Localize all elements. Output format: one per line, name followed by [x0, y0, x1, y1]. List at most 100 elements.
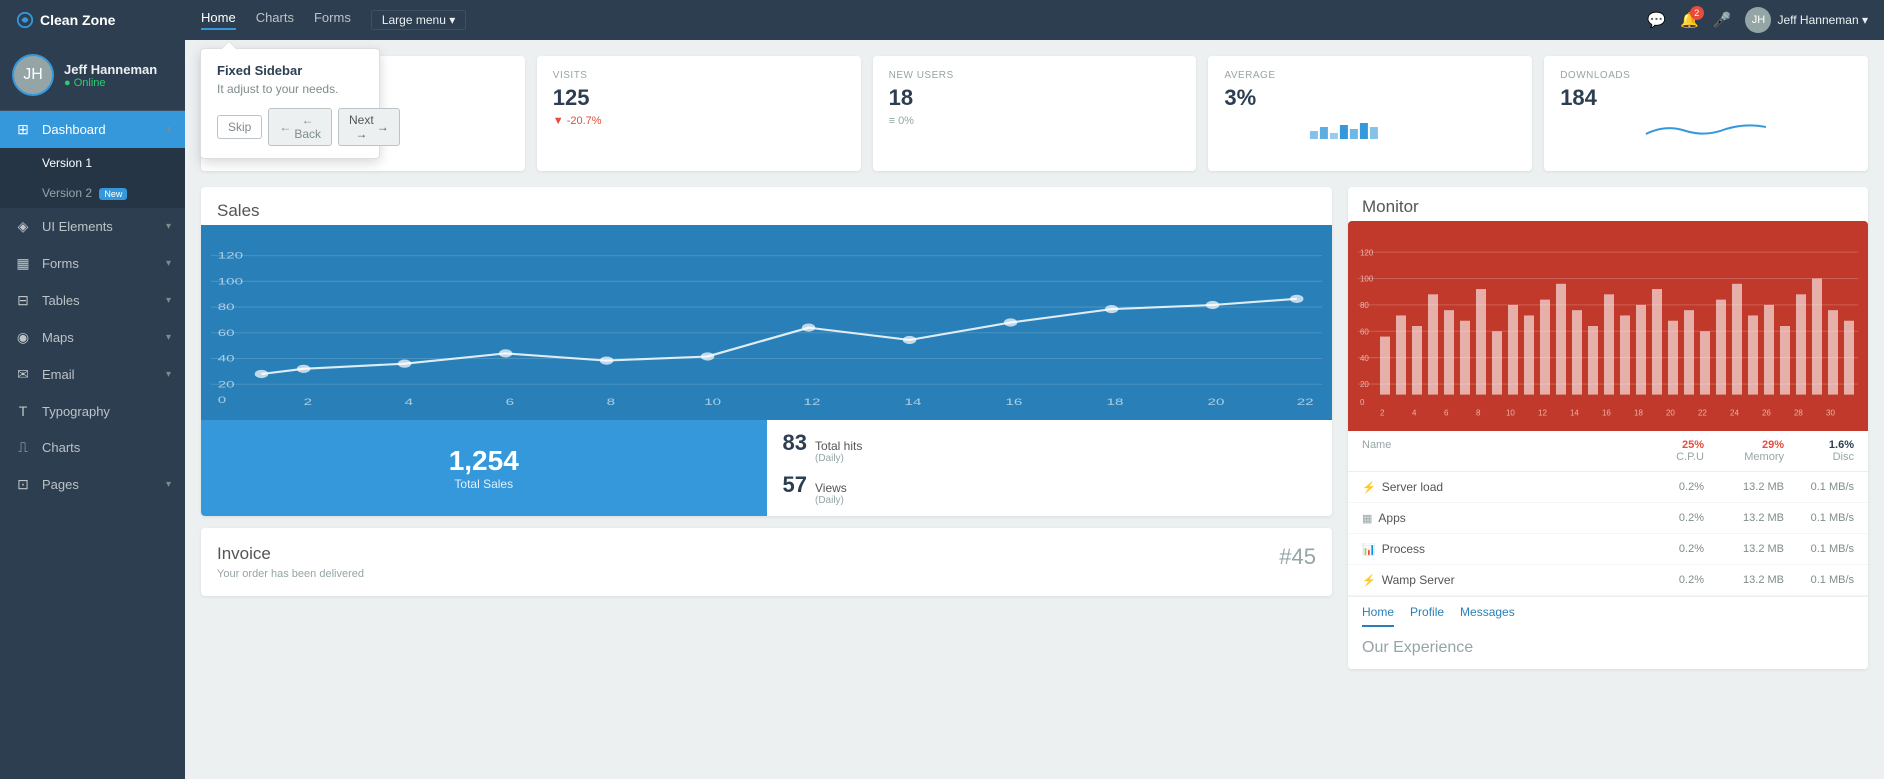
email-arrow: ▾ — [166, 369, 171, 380]
svg-text:12: 12 — [1538, 409, 1547, 418]
svg-text:10: 10 — [1506, 409, 1515, 418]
svg-text:14: 14 — [1570, 409, 1579, 418]
stat-visits: VISITS 125 ▼ -20.7% — [537, 56, 861, 171]
views-sub: (Daily) — [815, 495, 847, 506]
svg-text:22: 22 — [1297, 397, 1314, 407]
tab-messages[interactable]: Messages — [1460, 605, 1515, 627]
svg-text:100: 100 — [218, 276, 243, 286]
sidebar-item-label-email: Email — [42, 367, 75, 382]
sales-total-label: Total Sales — [454, 477, 513, 491]
invoice-section: Invoice Your order has been delivered #4… — [201, 528, 1332, 596]
cpu-pct: 25% — [1624, 439, 1704, 451]
stat-newusers-label: NEW USERS — [889, 70, 1181, 81]
tables-arrow: ▾ — [166, 295, 171, 306]
total-hits-row: 83 Total hits (Daily) — [783, 430, 1317, 464]
svg-text:16: 16 — [1602, 409, 1611, 418]
stat-downloads-label: DOWNLOADS — [1560, 70, 1852, 81]
chat-icon[interactable]: 💬 — [1647, 11, 1666, 29]
tab-home[interactable]: Home — [1362, 605, 1394, 627]
sales-bottom: 1,254 Total Sales 83 Total hits (Daily) — [201, 420, 1332, 516]
sales-total-number: 1,254 — [449, 445, 519, 477]
stat-newusers: NEW USERS 18 ≡ 0% — [873, 56, 1197, 171]
stat-downloads: DOWNLOADS 184 — [1544, 56, 1868, 171]
sidebar-item-label-pages: Pages — [42, 477, 79, 492]
our-experience: Our Experience — [1348, 627, 1868, 669]
sidebar-item-label-forms: Forms — [42, 256, 79, 271]
wamp-disc: 0.1 MB/s — [1784, 574, 1854, 586]
monitor-row-server: ⚡ Server load 0.2% 13.2 MB 0.1 MB/s — [1348, 472, 1868, 503]
sidebar-item-typography[interactable]: T Typography — [0, 393, 185, 429]
monitor-title: Monitor — [1348, 187, 1868, 221]
apps-disc: 0.1 MB/s — [1784, 512, 1854, 524]
next-button[interactable]: Next → → — [338, 108, 400, 146]
svg-text:2: 2 — [304, 397, 312, 407]
sidebar: JH Jeff Hanneman Online ⊞ Dashboard ▾ Ve… — [0, 40, 185, 779]
next-arrow-icon: → — [377, 120, 389, 134]
mem-pct: 29% — [1704, 439, 1784, 451]
sidebar-version1[interactable]: Version 1 — [0, 148, 185, 178]
bell-icon[interactable]: 🔔 2 — [1680, 11, 1699, 29]
svg-text:22: 22 — [1698, 409, 1707, 418]
svg-text:20: 20 — [1666, 409, 1675, 418]
sidebar-item-forms[interactable]: ▦ Forms ▾ — [0, 245, 185, 282]
stat-average-value: 3% — [1224, 85, 1516, 111]
topnav-home[interactable]: Home — [201, 10, 236, 30]
sales-title: Sales — [201, 187, 1332, 225]
sidebar-item-dashboard[interactable]: ⊞ Dashboard ▾ — [0, 111, 185, 148]
mic-icon[interactable]: 🎤 — [1713, 11, 1732, 29]
svg-text:4: 4 — [405, 397, 413, 407]
popover-text: It adjust to your needs. — [217, 82, 363, 96]
svg-text:6: 6 — [1444, 409, 1449, 418]
back-button[interactable]: ← ← Back — [268, 108, 332, 146]
monitor-row-process: 📊 Process 0.2% 13.2 MB 0.1 MB/s — [1348, 534, 1868, 565]
sidebar-avatar: JH — [12, 54, 54, 96]
sales-line-chart: 120 100 80 60 40 20 0 2 4 6 8 10 12 — [201, 225, 1332, 420]
svg-text:4: 4 — [1412, 409, 1417, 418]
maps-icon: ◉ — [14, 329, 32, 346]
process-disc: 0.1 MB/s — [1784, 543, 1854, 555]
stat-downloads-value: 184 — [1560, 85, 1852, 111]
sidebar-item-maps[interactable]: ◉ Maps ▾ — [0, 319, 185, 356]
topnav-charts[interactable]: Charts — [256, 10, 294, 30]
forms-icon: ▦ — [14, 255, 32, 272]
sidebar-item-tables[interactable]: ⊟ Tables ▾ — [0, 282, 185, 319]
server-name: Server load — [1382, 480, 1443, 494]
server-disc: 0.1 MB/s — [1784, 481, 1854, 493]
sidebar-item-charts[interactable]: ⎍ Charts — [0, 429, 185, 466]
monitor-bottom-tabs: Home Profile Messages — [1348, 596, 1868, 627]
total-hits-num: 83 — [783, 430, 807, 456]
server-mem: 13.2 MB — [1704, 481, 1784, 493]
sidebar-item-email[interactable]: ✉ Email ▾ — [0, 356, 185, 393]
svg-text:18: 18 — [1634, 409, 1643, 418]
sidebar-item-pages[interactable]: ⊡ Pages ▾ — [0, 466, 185, 503]
ui-elements-icon: ◈ — [14, 218, 32, 235]
views-label: Views — [815, 481, 847, 495]
back-arrow-icon: ← — [279, 120, 291, 134]
topnav-forms[interactable]: Forms — [314, 10, 351, 30]
skip-button[interactable]: Skip — [217, 115, 262, 139]
svg-text:8: 8 — [1476, 409, 1481, 418]
sidebar-item-label-typography: Typography — [42, 404, 110, 419]
disc-pct: 1.6% — [1784, 439, 1854, 451]
new-badge: New — [99, 188, 127, 200]
stat-visits-value: 125 — [553, 85, 845, 111]
large-menu-button[interactable]: Large menu ▾ — [371, 10, 466, 30]
typography-icon: T — [14, 403, 32, 419]
monitor-table: Name 25% C.P.U 29% Memory 1.6% Disc — [1348, 431, 1868, 669]
apps-cpu: 0.2% — [1624, 512, 1704, 524]
svg-text:80: 80 — [1360, 301, 1369, 310]
svg-text:0: 0 — [218, 395, 226, 405]
monitor-row-wamp: ⚡ Wamp Server 0.2% 13.2 MB 0.1 MB/s — [1348, 565, 1868, 596]
brand-name: Clean Zone — [40, 12, 115, 28]
monitor-chart-svg: 120 100 80 60 40 20 0 — [1358, 231, 1858, 421]
tab-profile[interactable]: Profile — [1410, 605, 1444, 627]
sidebar-username: Jeff Hanneman — [64, 62, 157, 77]
svg-text:20: 20 — [1208, 397, 1225, 407]
topnav: Clean Zone Home Charts Forms Large menu … — [0, 0, 1884, 40]
server-icon: ⚡ — [1362, 481, 1376, 494]
wamp-name: Wamp Server — [1382, 573, 1455, 587]
user-menu[interactable]: JH Jeff Hanneman ▾ — [1745, 7, 1868, 33]
sidebar-version2[interactable]: Version 2 New — [0, 178, 185, 208]
bell-badge: 2 — [1690, 6, 1704, 20]
sidebar-item-ui-elements[interactable]: ◈ UI Elements ▾ — [0, 208, 185, 245]
